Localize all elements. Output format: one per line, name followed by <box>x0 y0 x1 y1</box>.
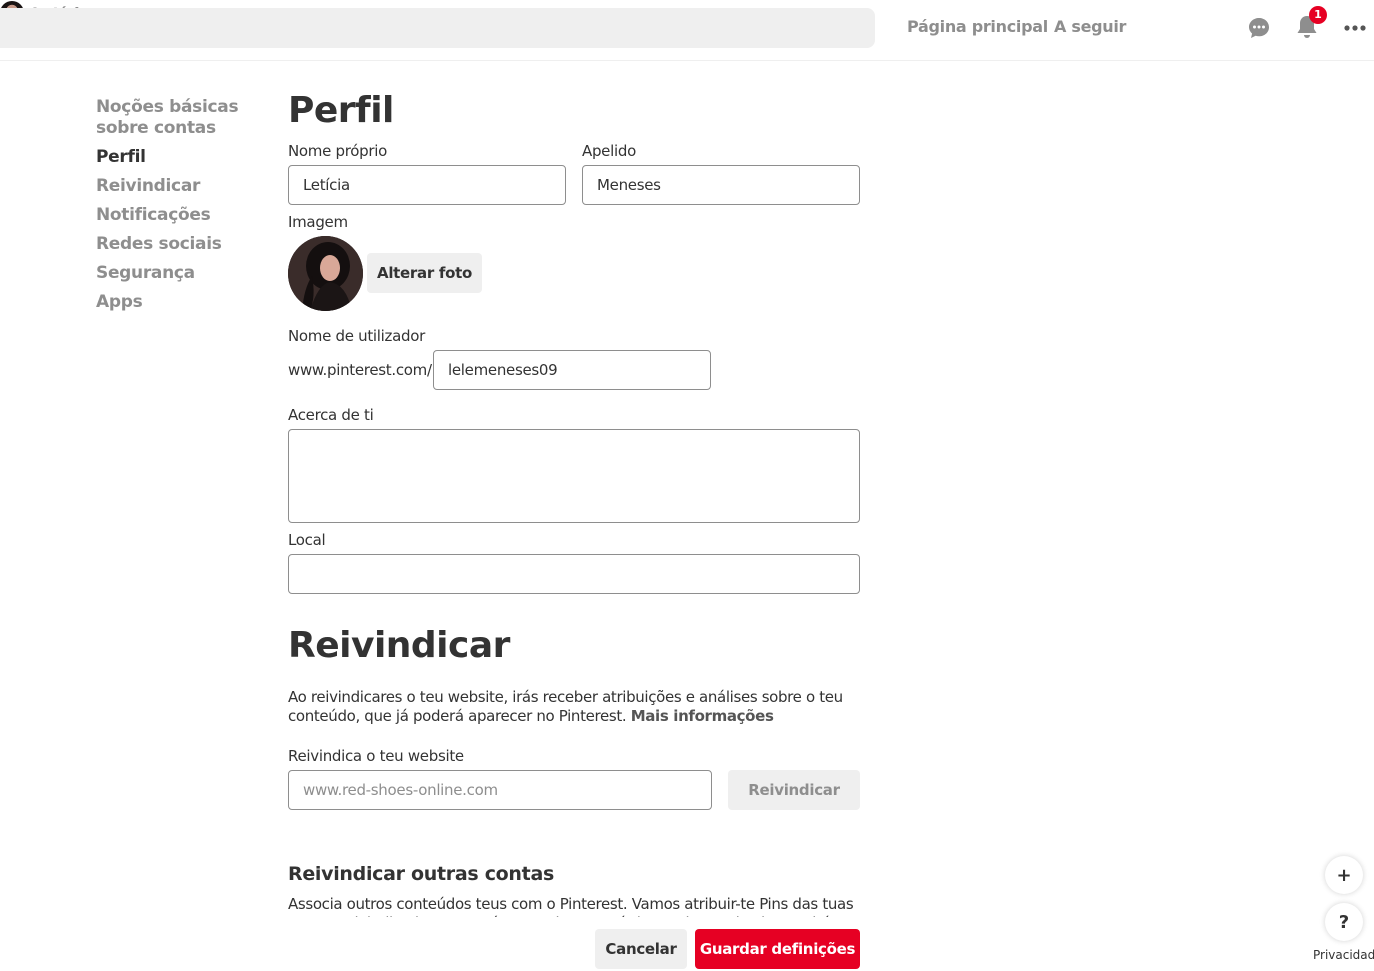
about-textarea[interactable] <box>288 429 860 523</box>
help-button[interactable]: ? <box>1325 903 1363 941</box>
username-label: Nome de utilizador <box>288 327 425 345</box>
website-input[interactable]: www.red-shoes-online.com <box>288 770 712 810</box>
claim-button[interactable]: Reivindicar <box>728 770 860 810</box>
sidebar-item[interactable]: Redes sociais <box>96 234 276 255</box>
image-label: Imagem <box>288 213 348 231</box>
sidebar-item[interactable]: Apps <box>96 292 276 313</box>
first-name-label: Nome próprio <box>288 142 387 160</box>
last-name-label: Apelido <box>582 142 636 160</box>
speech-bubble-icon[interactable] <box>1247 16 1271 40</box>
username-prefix: www.pinterest.com/ <box>288 361 432 379</box>
sidebar-item[interactable]: Reivindicar <box>96 176 276 197</box>
more-info-link[interactable]: Mais informações <box>631 707 774 725</box>
sidebar-item[interactable]: Perfil <box>96 147 276 168</box>
nav-following-link[interactable]: A seguir <box>1054 17 1126 36</box>
username-field[interactable]: lelemeneses09 <box>433 350 711 390</box>
nav-home-link[interactable]: Página principal <box>907 17 1048 36</box>
profile-title: Perfil <box>288 90 394 131</box>
profile-photo <box>288 236 363 311</box>
change-photo-button[interactable]: Alterar foto <box>367 253 482 293</box>
claim-title: Reivindicar <box>288 625 510 666</box>
more-dots-icon[interactable] <box>1343 23 1367 33</box>
location-field[interactable] <box>288 554 860 594</box>
location-label: Local <box>288 531 326 549</box>
search-input[interactable] <box>0 8 875 48</box>
first-name-field[interactable]: Letícia <box>288 165 566 205</box>
cancel-button[interactable]: Cancelar <box>595 929 687 969</box>
website-label: Reivindica o teu website <box>288 747 464 765</box>
top-header: Página principal A seguir Letícia 1 <box>0 0 1374 61</box>
last-name-field[interactable]: Meneses <box>582 165 860 205</box>
claim-description: Ao reivindicares o teu website, irás rec… <box>288 688 848 726</box>
claim-other-accounts-title: Reivindicar outras contas <box>288 863 554 885</box>
about-label: Acerca de ti <box>288 406 374 424</box>
sidebar-item[interactable]: Segurança <box>96 263 276 284</box>
sidebar-item[interactable]: Noções básicas sobre contas <box>96 97 276 139</box>
settings-sidebar: Noções básicas sobre contas Perfil Reivind… <box>96 97 276 321</box>
notification-badge: 1 <box>1309 6 1327 24</box>
sidebar-item[interactable]: Notificações <box>96 205 276 226</box>
plus-button[interactable]: + <box>1325 856 1363 894</box>
privacy-link[interactable]: Privacidade <box>1313 948 1374 962</box>
save-settings-button[interactable]: Guardar definições <box>695 929 860 969</box>
claim-other-accounts-text: Associa outros conteúdos teus com o Pint… <box>288 895 854 917</box>
